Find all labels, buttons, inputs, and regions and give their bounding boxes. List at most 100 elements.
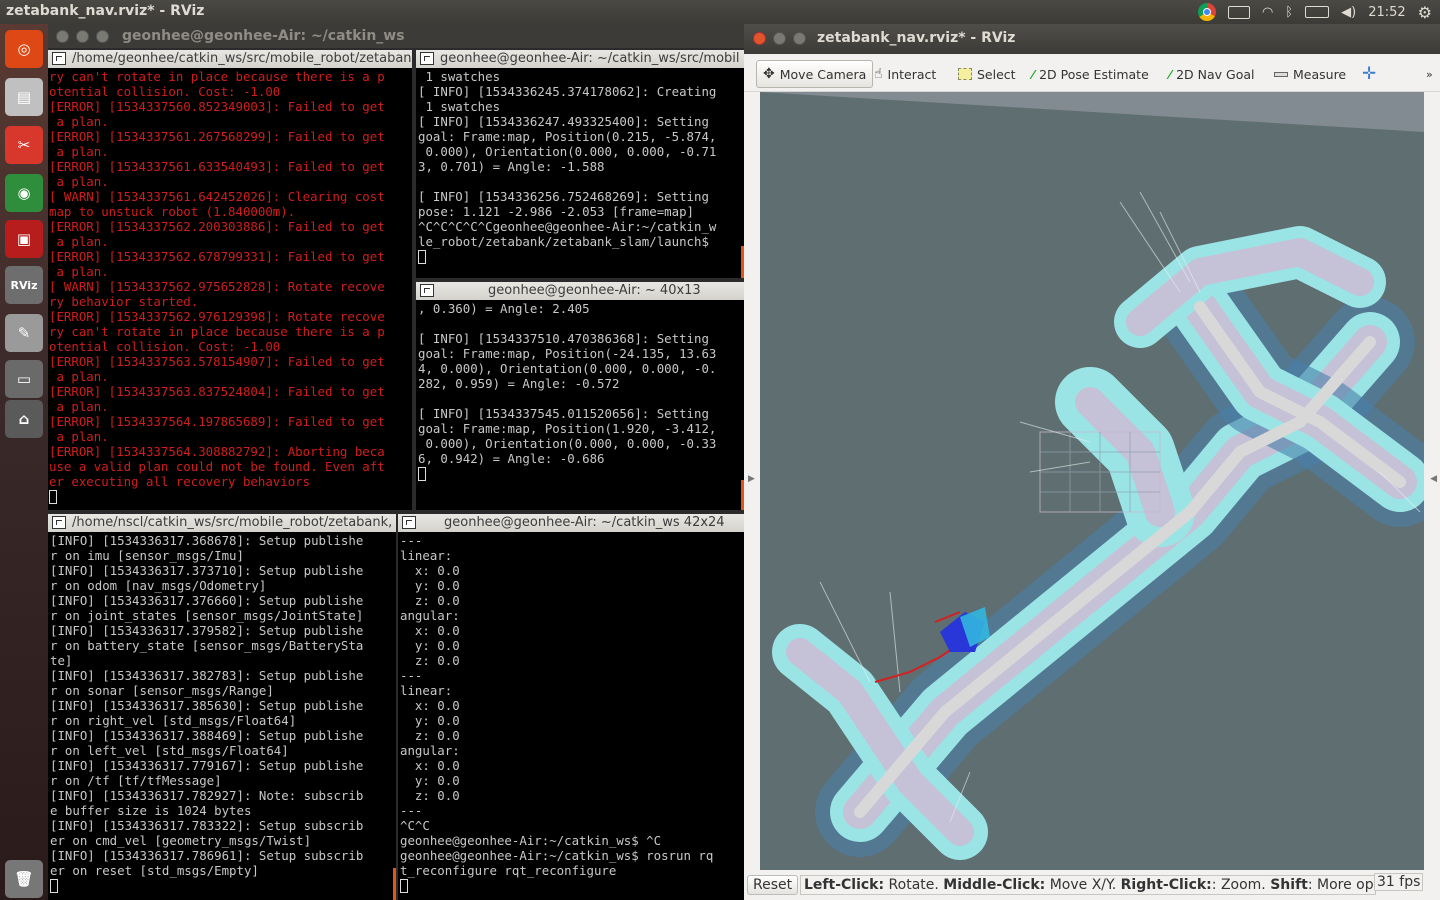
terminal-tab-title: geonhee@geonhee-Air: ~/catkin_ws 42x24 xyxy=(444,515,725,530)
minimize-icon[interactable] xyxy=(773,32,786,45)
disk-icon[interactable]: ▭ xyxy=(5,360,43,398)
terminal-line: linear: xyxy=(400,683,453,698)
terminal-line: pose: 1.121 -2.986 -2.053 [frame=map] xyxy=(418,204,695,219)
terminal-line: ry can't rotate in place because there i… xyxy=(49,324,385,339)
text-editor-icon[interactable]: ✎ xyxy=(5,314,43,352)
occupancy-map xyxy=(760,92,1424,860)
terminal-line: 0.000), Orientation(0.000, 0.000, -0.71 xyxy=(418,144,717,159)
terminal-tab-icon xyxy=(420,52,434,65)
move-camera-button[interactable]: ✥ Move Camera xyxy=(756,60,874,88)
scrollbar[interactable] xyxy=(393,868,396,900)
close-icon[interactable] xyxy=(753,32,766,45)
terminal-line: [ERROR] [1534337564.308882792]: Aborting… xyxy=(49,444,385,459)
reset-button[interactable]: Reset xyxy=(747,875,799,895)
close-icon[interactable] xyxy=(56,30,69,43)
terminal-tab[interactable]: /home/geonhee/catkin_ws/src/mobile_robot… xyxy=(48,50,412,68)
terminal-line: 282, 0.959) = Angle: -0.572 xyxy=(418,376,620,391)
select-icon xyxy=(958,68,972,80)
clock[interactable]: 21:52 xyxy=(1368,5,1405,20)
terminal-pane-teleop[interactable]: geonhee@geonhee-Air: ~/catkin_ws 42x24 -… xyxy=(398,514,744,900)
terminal-line: te] xyxy=(50,653,73,668)
keyboard-icon[interactable] xyxy=(1227,5,1250,19)
hint-shift: Shift xyxy=(1270,877,1308,893)
rviz-icon[interactable]: RViz xyxy=(5,266,43,304)
terminal-line: [ INFO] [1534336256.752468269]: Setting xyxy=(418,189,709,204)
ubuntu-dash-icon[interactable]: ◎ xyxy=(5,30,43,68)
terminal-line: [INFO] [1534336317.786961]: Setup subscr… xyxy=(50,848,364,863)
select-button[interactable]: Select xyxy=(952,60,1022,88)
move-camera-icon: ✥ xyxy=(763,66,775,82)
pose-estimate-button[interactable]: ⁄ 2D Pose Estimate xyxy=(1026,60,1155,88)
right-panel-collapse-icon[interactable]: ◀ xyxy=(1430,474,1437,484)
terminal-line: a plan. xyxy=(49,369,109,384)
terminal-line: [ERROR] [1534337561.633540493]: Failed t… xyxy=(49,159,385,174)
maximize-icon[interactable] xyxy=(96,30,109,43)
chrome-icon[interactable]: ◉ xyxy=(5,174,43,212)
terminal-tab[interactable]: /home/nscl/catkin_ws/src/mobile_robot/ze… xyxy=(48,514,396,532)
chrome-tray-icon[interactable] xyxy=(1197,3,1216,21)
terminal-line: a plan. xyxy=(49,429,109,444)
terminal-output: [INFO] [1534336317.368678]: Setup publis… xyxy=(50,533,363,893)
bluetooth-icon[interactable]: ᛒ xyxy=(1285,5,1293,20)
terminal-line: goal: Frame:map, Position(-24.135, 13.63 xyxy=(418,346,717,361)
nav-goal-label: 2D Nav Goal xyxy=(1176,66,1255,82)
terminal-output: , 0.360) = Angle: 2.405 [ INFO] [1534337… xyxy=(418,301,716,481)
trash-icon[interactable]: 🗑 xyxy=(5,860,43,898)
rviz-toolbar: ✥ Move Camera ☝ Interact Select ⁄ 2D Pos… xyxy=(744,54,1440,92)
system-settings-icon[interactable]: ✂ xyxy=(5,126,43,164)
left-panel-collapse-icon[interactable]: ▶ xyxy=(748,474,755,484)
hint-right-text: : Zoom. xyxy=(1211,877,1271,893)
terminal-window-titlebar: geonhee@geonhee-Air: ~/catkin_ws xyxy=(48,24,744,48)
double-chevron-icon: » xyxy=(1426,67,1433,81)
gear-icon[interactable]: ⚙ xyxy=(1418,3,1432,22)
usb-icon[interactable]: ⌂ xyxy=(5,400,43,438)
toolbar-overflow-button[interactable]: » xyxy=(1420,60,1439,88)
interact-button[interactable]: ☝ Interact xyxy=(868,60,942,88)
terminal-pane-bringup[interactable]: /home/nscl/catkin_ws/src/mobile_robot/ze… xyxy=(48,514,396,900)
minimize-icon[interactable] xyxy=(76,30,89,43)
terminal-line: [ERROR] [1534337564.197865689]: Failed t… xyxy=(49,414,385,429)
terminal-line: geonhee@geonhee-Air:~/catkin_ws$ ^C xyxy=(400,833,662,848)
move-camera-label: Move Camera xyxy=(779,66,867,82)
files-icon[interactable]: ▤ xyxy=(5,78,43,116)
wifi-icon[interactable]: ◠ xyxy=(1262,5,1273,20)
volume-icon[interactable]: ◀) xyxy=(1341,5,1356,20)
terminal-line: a plan. xyxy=(49,174,109,189)
rviz-window: zetabank_nav.rviz* - RViz ✥ Move Camera … xyxy=(744,24,1440,900)
terminal-line: otential collision. Cost: -1.00 xyxy=(49,84,281,99)
terminal-line: [ INFO] [1534337510.470386368]: Setting xyxy=(418,331,709,346)
terminal-line: ry behavior started. xyxy=(49,294,199,309)
terminal-line: er on reset [std_msgs/Empty] xyxy=(50,863,259,878)
terminal-line: [ INFO] [1534336245.374178062]: Creating xyxy=(418,84,717,99)
terminal-tab[interactable]: geonhee@geonhee-Air: ~/catkin_ws/src/mob… xyxy=(416,50,744,68)
terminal-pane-goals[interactable]: geonhee@geonhee-Air: ~ 40x13 , 0.360) = … xyxy=(416,282,744,510)
rviz-titlebar: zetabank_nav.rviz* - RViz xyxy=(744,24,1440,54)
maximize-icon[interactable] xyxy=(793,32,806,45)
terminal-window-title: geonhee@geonhee-Air: ~/catkin_ws xyxy=(122,28,405,44)
terminal-line: use a valid plan could not be found. Eve… xyxy=(49,459,385,474)
terminal-line: y: 0.0 xyxy=(400,638,460,653)
add-tool-button[interactable]: ✛ xyxy=(1356,60,1382,88)
measure-button[interactable]: Measure xyxy=(1268,60,1352,88)
terminal-tab-title: geonhee@geonhee-Air: ~ 40x13 xyxy=(488,283,701,298)
terminal-line: r on battery_state [sensor_msgs/BatteryS… xyxy=(50,638,364,653)
terminal-line: goal: Frame:map, Position(1.920, -3.412, xyxy=(418,421,717,436)
rviz-window-title: zetabank_nav.rviz* - RViz xyxy=(817,30,1016,46)
terminal-line: z: 0.0 xyxy=(400,653,460,668)
terminal-line: [ WARN] [1534337562.975652828]: Rotate r… xyxy=(49,279,385,294)
terminal-line: r on left_vel [std_msgs/Float64] xyxy=(50,743,289,758)
terminal-line: x: 0.0 xyxy=(400,698,460,713)
terminal-output: 1 swatches [ INFO] [1534336245.374178062… xyxy=(418,69,716,264)
terminal-pane-launch[interactable]: geonhee@geonhee-Air: ~/catkin_ws/src/mob… xyxy=(416,50,744,278)
terminal-line: [ERROR] [1534337562.678799331]: Failed t… xyxy=(49,249,385,264)
terminal-cursor xyxy=(418,467,426,481)
terminal-icon[interactable]: ▣ xyxy=(5,220,43,258)
nav-goal-button[interactable]: ⁄ 2D Nav Goal xyxy=(1163,60,1261,88)
rviz-3d-viewport[interactable] xyxy=(760,92,1424,870)
terminal-line: [INFO] [1534336317.782927]: Note: subscr… xyxy=(50,788,364,803)
battery-icon[interactable] xyxy=(1305,6,1330,18)
terminal-tab[interactable]: geonhee@geonhee-Air: ~/catkin_ws 42x24 xyxy=(398,514,744,532)
terminal-line: [INFO] [1534336317.779167]: Setup publis… xyxy=(50,758,364,773)
terminal-tab[interactable]: geonhee@geonhee-Air: ~ 40x13 xyxy=(416,282,744,300)
terminal-pane-navigation[interactable]: /home/geonhee/catkin_ws/src/mobile_robot… xyxy=(48,50,412,510)
